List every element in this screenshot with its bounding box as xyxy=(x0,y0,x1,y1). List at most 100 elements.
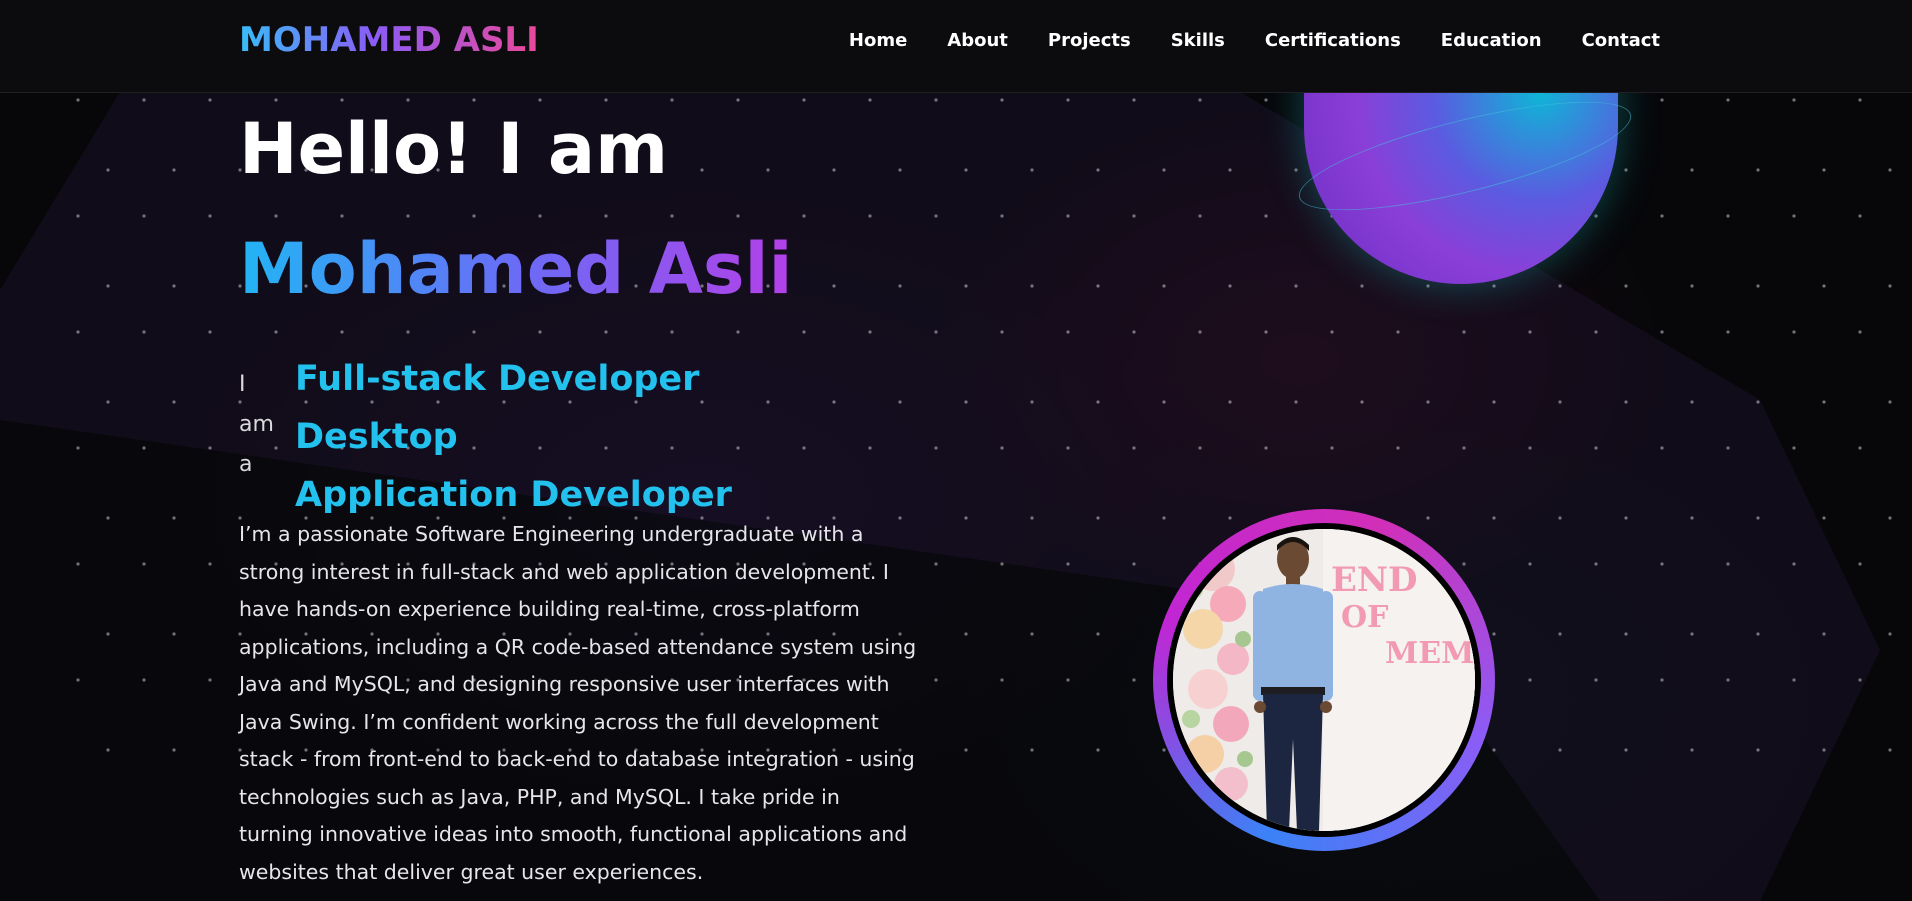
star-dot xyxy=(1528,446,1532,450)
star-dot xyxy=(1228,400,1232,404)
star-dot xyxy=(964,400,968,404)
star-dot xyxy=(1792,678,1796,682)
star-dot xyxy=(1426,516,1430,520)
star-dot xyxy=(934,446,938,450)
star-dot xyxy=(208,446,212,450)
star-dot xyxy=(1624,168,1628,172)
star-dot xyxy=(1792,330,1796,334)
star-dot xyxy=(1558,400,1562,404)
star-dot xyxy=(1726,98,1730,102)
star-dot xyxy=(1132,214,1136,218)
star-dot xyxy=(1888,748,1892,752)
star-dot xyxy=(832,168,836,172)
star-dot xyxy=(172,748,176,752)
nav-link-skills[interactable]: Skills xyxy=(1171,30,1225,51)
star-dot xyxy=(1198,446,1202,450)
star-dot xyxy=(868,446,872,450)
star-dot xyxy=(1594,446,1598,450)
star-dot xyxy=(898,284,902,288)
star-dot xyxy=(1888,516,1892,520)
star-dot xyxy=(208,562,212,566)
star-dot xyxy=(1822,516,1826,520)
star-dot xyxy=(1066,98,1070,102)
star-dot xyxy=(736,330,740,334)
star-dot xyxy=(1132,330,1136,334)
star-dot xyxy=(1558,748,1562,752)
profile-photo: END OF MEMO xyxy=(1173,529,1475,831)
star-dot xyxy=(964,284,968,288)
star-dot xyxy=(1822,632,1826,636)
nav-link-certifications[interactable]: Certifications xyxy=(1265,30,1401,51)
star-dot xyxy=(1096,168,1100,172)
star-dot xyxy=(964,168,968,172)
star-dot xyxy=(1264,446,1268,450)
main-nav: Home About Projects Skills Certification… xyxy=(849,30,1660,51)
star-dot xyxy=(208,214,212,218)
star-dot xyxy=(1558,516,1562,520)
site-logo[interactable]: MOHAMED ASLI xyxy=(239,20,539,60)
star-dot xyxy=(1000,446,1004,450)
star-dot xyxy=(1888,284,1892,288)
star-dot xyxy=(670,330,674,334)
role-line: Full-stack Developer Desktop xyxy=(295,359,700,457)
star-dot xyxy=(1330,330,1334,334)
star-dot xyxy=(1690,632,1694,636)
star-dot xyxy=(1756,516,1760,520)
star-dot xyxy=(1000,678,1004,682)
star-dot xyxy=(604,330,608,334)
star-dot xyxy=(208,98,212,102)
nav-link-home[interactable]: Home xyxy=(849,30,907,51)
star-dot xyxy=(1066,330,1070,334)
star-dot xyxy=(208,330,212,334)
star-dot xyxy=(1162,748,1166,752)
star-dot xyxy=(1132,446,1136,450)
star-dot xyxy=(1726,214,1730,218)
star-dot xyxy=(1690,400,1694,404)
star-dot xyxy=(802,98,806,102)
star-dot xyxy=(1030,632,1034,636)
star-dot xyxy=(208,678,212,682)
star-dot xyxy=(1162,516,1166,520)
star-dot xyxy=(1228,516,1232,520)
planet-decoration xyxy=(1290,60,1640,284)
nav-link-education[interactable]: Education xyxy=(1441,30,1542,51)
star-dot xyxy=(604,98,608,102)
star-dot xyxy=(1000,330,1004,334)
star-dot xyxy=(1858,446,1862,450)
profile-photo-illustration: END OF MEMO xyxy=(1173,529,1475,831)
nav-link-contact[interactable]: Contact xyxy=(1582,30,1660,51)
star-dot xyxy=(1756,284,1760,288)
star-dot xyxy=(1690,516,1694,520)
star-dot xyxy=(1792,214,1796,218)
profile-avatar: END OF MEMO xyxy=(1153,509,1495,851)
star-dot xyxy=(76,330,80,334)
star-dot xyxy=(1756,748,1760,752)
star-dot xyxy=(76,562,80,566)
star-dot xyxy=(274,214,278,218)
star-dot xyxy=(1462,446,1466,450)
nav-link-about[interactable]: About xyxy=(947,30,1008,51)
star-dot xyxy=(1096,284,1100,288)
star-dot xyxy=(1690,748,1694,752)
star-dot xyxy=(1096,632,1100,636)
star-dot xyxy=(106,516,110,520)
star-dot xyxy=(1660,446,1664,450)
star-dot xyxy=(934,214,938,218)
star-dot xyxy=(1858,214,1862,218)
star-dot xyxy=(76,446,80,450)
star-dot xyxy=(1396,330,1400,334)
star-dot xyxy=(1492,632,1496,636)
star-dot xyxy=(172,400,176,404)
star-dot xyxy=(1624,516,1628,520)
star-dot xyxy=(604,214,608,218)
star-dot xyxy=(1030,516,1034,520)
star-dot xyxy=(670,98,674,102)
star-dot xyxy=(1030,284,1034,288)
star-dot xyxy=(1888,400,1892,404)
star-dot xyxy=(1426,284,1430,288)
star-dot xyxy=(1294,284,1298,288)
star-dot xyxy=(142,678,146,682)
star-dot xyxy=(1726,678,1730,682)
star-dot xyxy=(1096,400,1100,404)
nav-link-projects[interactable]: Projects xyxy=(1048,30,1131,51)
